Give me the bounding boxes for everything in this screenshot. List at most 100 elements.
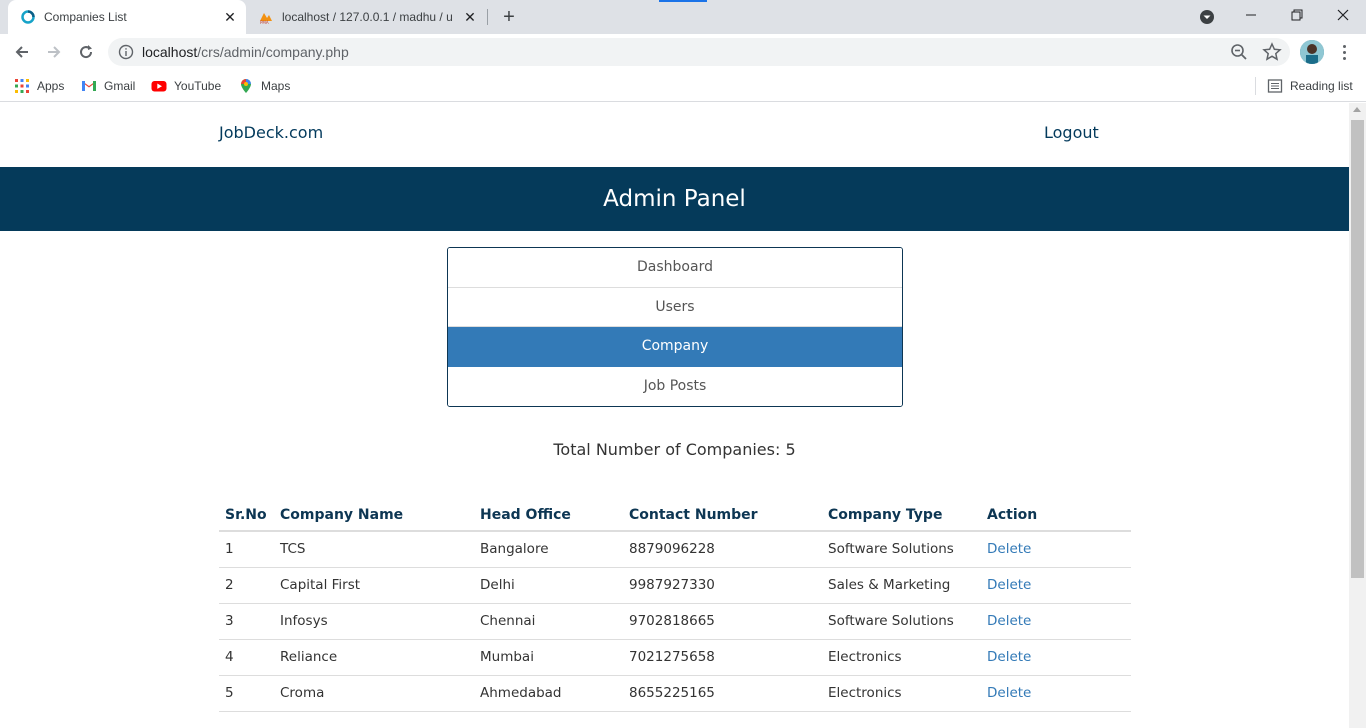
menu-item-job-posts[interactable]: Job Posts	[448, 366, 902, 406]
cell-company-type: Software Solutions	[822, 531, 981, 568]
cell-head-office: Ahmedabad	[474, 675, 623, 712]
tab-close-icon[interactable]: ✕	[220, 7, 240, 27]
page-viewport: JobDeck.com Logout Admin Panel Dashboard…	[0, 103, 1349, 728]
table-row: 3 Infosys Chennai 9702818665 Software So…	[219, 603, 1131, 640]
bookmark-maps[interactable]: Maps	[238, 77, 290, 95]
brand-link[interactable]: JobDeck.com	[219, 123, 323, 142]
bookmark-label: Apps	[37, 79, 65, 93]
bookmark-label: Maps	[261, 79, 291, 93]
minimize-icon[interactable]	[1228, 0, 1274, 30]
cell-action: Delete	[981, 675, 1131, 712]
admin-banner: Admin Panel	[0, 167, 1349, 231]
cell-sr-no: 4	[219, 639, 274, 676]
column-header-head-office: Head Office	[474, 499, 623, 532]
cell-company-name: TCS	[274, 531, 474, 568]
admin-menu: Dashboard Users Company Job Posts	[447, 247, 903, 407]
url-text[interactable]: localhost/crs/admin/company.php	[142, 44, 349, 60]
reading-list-icon	[1267, 79, 1283, 93]
table-row: 5 Croma Ahmedabad 8655225165 Electronics…	[219, 675, 1131, 712]
tab-search-icon[interactable]	[1197, 7, 1217, 27]
cell-company-name: Capital First	[274, 567, 474, 604]
column-header-contact-number: Contact Number	[623, 499, 822, 532]
cell-action: Delete	[981, 567, 1131, 604]
url-host: localhost	[142, 44, 198, 60]
logout-link[interactable]: Logout	[1044, 123, 1099, 142]
tab-close-icon[interactable]: ✕	[460, 7, 480, 27]
menu-item-company[interactable]: Company	[448, 327, 902, 367]
tab-indicator	[659, 0, 707, 2]
cell-head-office: Mumbai	[474, 639, 623, 676]
scroll-up-icon[interactable]	[1353, 107, 1361, 112]
menu-item-dashboard[interactable]: Dashboard	[448, 248, 902, 288]
bookmarks-separator	[1255, 77, 1256, 95]
cell-company-type: Electronics	[822, 675, 981, 712]
tab-phpmyadmin[interactable]: PMA localhost / 127.0.0.1 / madhu / u ✕	[250, 0, 486, 34]
cell-head-office: Chennai	[474, 603, 623, 640]
column-header-company-type: Company Type	[822, 499, 981, 532]
phpmyadmin-favicon-icon: PMA	[260, 13, 272, 25]
cell-contact-number: 9987927330	[623, 567, 822, 604]
cell-contact-number: 8655225165	[623, 675, 822, 712]
browser-toolbar: localhost/crs/admin/company.php	[0, 34, 1366, 70]
bookmark-youtube[interactable]: YouTube	[151, 77, 221, 95]
cell-action: Delete	[981, 531, 1131, 568]
restore-icon[interactable]	[1274, 0, 1320, 30]
delete-link[interactable]: Delete	[987, 613, 1031, 629]
profile-avatar[interactable]	[1300, 40, 1324, 64]
cell-sr-no: 2	[219, 567, 274, 604]
cell-company-type: Sales & Marketing	[822, 567, 981, 604]
delete-link[interactable]: Delete	[987, 577, 1031, 593]
cell-company-name: Infosys	[274, 603, 474, 640]
page-scrollbar[interactable]	[1349, 103, 1366, 728]
youtube-icon	[151, 81, 167, 92]
table-row: 1 TCS Bangalore 8879096228 Software Solu…	[219, 531, 1131, 568]
menu-item-users[interactable]: Users	[448, 287, 902, 327]
apps-grid-icon	[15, 79, 29, 93]
tab-strip: Companies List ✕ PMA localhost / 127.0.0…	[0, 0, 1366, 34]
site-info-icon[interactable]	[118, 44, 134, 60]
tab-title: Companies List	[44, 10, 127, 24]
bookmark-star-icon[interactable]	[1262, 42, 1282, 62]
delete-link[interactable]: Delete	[987, 685, 1031, 701]
back-icon[interactable]	[8, 38, 36, 66]
gmail-icon	[82, 81, 96, 91]
bookmark-gmail[interactable]: Gmail	[81, 77, 135, 95]
table-row: 4 Reliance Mumbai 7021275658 Electronics…	[219, 639, 1131, 676]
page-title: Admin Panel	[603, 186, 746, 212]
table-header-row: Sr.No Company Name Head Office Contact N…	[219, 499, 1131, 532]
companies-table: Sr.No Company Name Head Office Contact N…	[219, 499, 1131, 712]
cell-contact-number: 8879096228	[623, 531, 822, 568]
column-header-company-name: Company Name	[274, 499, 474, 532]
cell-sr-no: 5	[219, 675, 274, 712]
column-header-sr-no: Sr.No	[219, 499, 274, 532]
browser-menu-icon[interactable]	[1334, 42, 1354, 62]
cell-company-name: Reliance	[274, 639, 474, 676]
delete-link[interactable]: Delete	[987, 541, 1031, 557]
table-row: 2 Capital First Delhi 9987927330 Sales &…	[219, 567, 1131, 604]
zoom-out-icon[interactable]	[1230, 43, 1248, 61]
delete-link[interactable]: Delete	[987, 649, 1031, 665]
tab-companies-list[interactable]: Companies List ✕	[8, 0, 246, 34]
url-path: /crs/admin/company.php	[197, 44, 349, 60]
address-bar[interactable]: localhost/crs/admin/company.php	[108, 38, 1290, 66]
bookmarks-bar: Apps Gmail YouTube Maps Reading list	[0, 70, 1366, 102]
cell-company-type: Software Solutions	[822, 603, 981, 640]
bookmark-apps[interactable]: Apps	[14, 77, 64, 95]
reload-icon[interactable]	[72, 38, 100, 66]
reading-list-button[interactable]: Reading list	[1267, 77, 1353, 95]
reading-list-label: Reading list	[1290, 79, 1353, 93]
bookmark-label: Gmail	[104, 79, 136, 93]
site-favicon-icon	[21, 10, 35, 24]
column-header-action: Action	[981, 499, 1131, 532]
cell-company-type: Electronics	[822, 639, 981, 676]
cell-contact-number: 9702818665	[623, 603, 822, 640]
cell-sr-no: 1	[219, 531, 274, 568]
total-companies-text: Total Number of Companies: 5	[553, 440, 796, 459]
new-tab-icon[interactable]: +	[497, 5, 521, 29]
window-close-icon[interactable]	[1320, 0, 1366, 30]
scrollbar-thumb[interactable]	[1351, 120, 1364, 578]
cell-action: Delete	[981, 639, 1131, 676]
tab-separator	[487, 9, 488, 25]
forward-icon[interactable]	[40, 38, 68, 66]
cell-contact-number: 7021275658	[623, 639, 822, 676]
